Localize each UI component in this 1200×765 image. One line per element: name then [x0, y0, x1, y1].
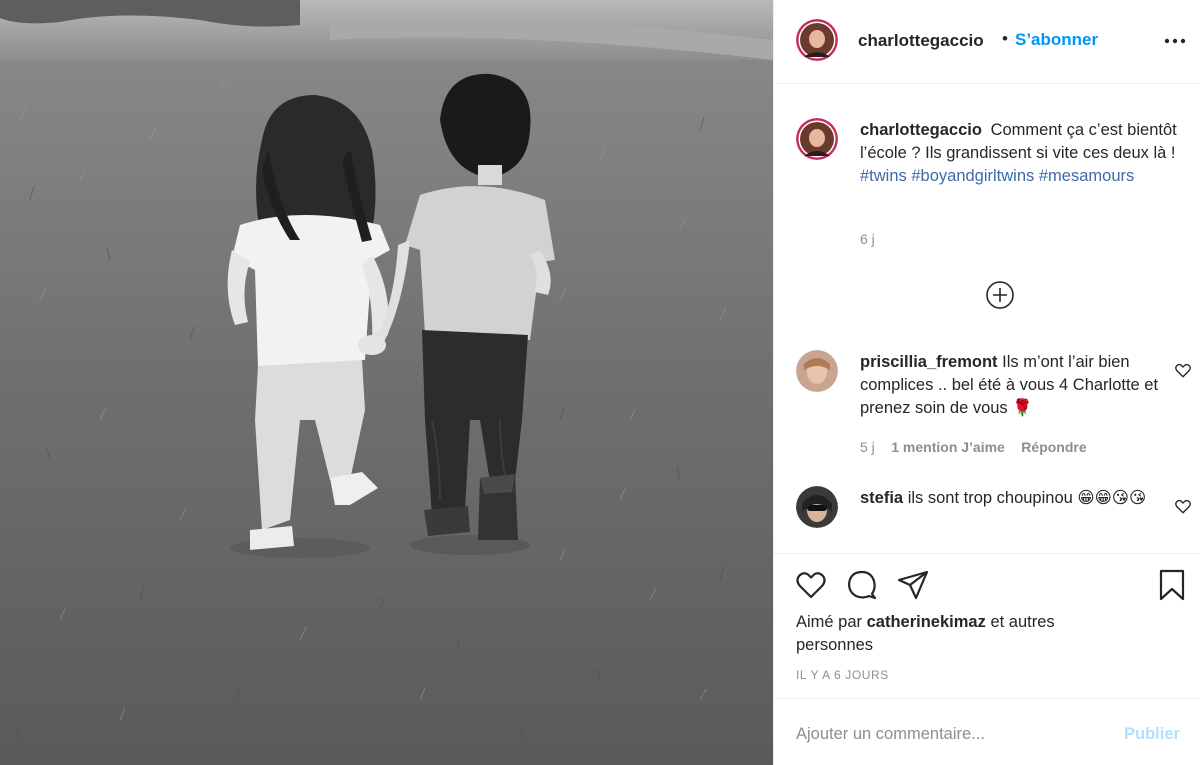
- post-date[interactable]: IL Y A 6 JOURS: [796, 668, 889, 682]
- more-options-icon[interactable]: [1162, 28, 1188, 54]
- comment-meta: 5 j 1 mention J’aime Répondre: [860, 439, 1099, 457]
- comment-body: ils sont trop choupinou 😁😁😘😘: [907, 489, 1147, 507]
- bookmark-icon[interactable]: [1155, 568, 1189, 602]
- comment-like-heart-icon[interactable]: [1174, 497, 1192, 515]
- post-actions: [774, 553, 1200, 613]
- caption-avatar[interactable]: [796, 118, 838, 160]
- post-header: charlottegaccio • S’abonner: [774, 0, 1200, 84]
- comment-username[interactable]: priscillia_fremont: [860, 353, 998, 371]
- reply-button[interactable]: Répondre: [1021, 439, 1086, 455]
- caption-username[interactable]: charlottegaccio: [860, 121, 982, 139]
- post-side-panel: charlottegaccio • S’abonner charlottegac…: [773, 0, 1200, 765]
- likes-prefix: Aimé par: [796, 613, 863, 631]
- author-username[interactable]: charlottegaccio: [858, 31, 984, 51]
- hashtag-mesamours[interactable]: #mesamours: [1039, 167, 1134, 185]
- separator-dot: •: [1002, 29, 1008, 48]
- twins-walking-photo: [0, 0, 773, 765]
- publish-button[interactable]: Publier: [1124, 725, 1180, 744]
- comment-likes-link[interactable]: 1 mention J’aime: [891, 439, 1005, 455]
- post-photo[interactable]: [0, 0, 773, 765]
- likes-user[interactable]: catherinekimaz: [867, 613, 986, 631]
- commenter-avatar[interactable]: [796, 486, 838, 528]
- comment-username[interactable]: stefia: [860, 489, 903, 507]
- likes-summary: Aimé par catherinekimaz et autres person…: [796, 611, 1056, 657]
- comment-like-heart-icon[interactable]: [1174, 361, 1192, 379]
- caption-timestamp[interactable]: 6 j: [860, 231, 875, 247]
- hashtag-boyandgirltwins[interactable]: #boyandgirltwins: [911, 167, 1034, 185]
- comment-text: stefia ils sont trop choupinou 😁😁😘😘: [860, 487, 1160, 510]
- follow-button[interactable]: S’abonner: [1015, 30, 1098, 50]
- heart-icon[interactable]: [794, 568, 828, 602]
- author-avatar[interactable]: [796, 19, 838, 61]
- commenter-avatar[interactable]: [796, 350, 838, 392]
- load-more-comments-icon[interactable]: [985, 280, 1015, 310]
- comment-icon[interactable]: [845, 568, 879, 602]
- comment-input[interactable]: [796, 719, 1096, 749]
- paper-plane-icon[interactable]: [896, 568, 930, 602]
- comment-timestamp[interactable]: 5 j: [860, 439, 875, 455]
- add-comment-bar: Publier: [774, 698, 1200, 765]
- hashtag-twins[interactable]: #twins: [860, 167, 907, 185]
- comment-text: priscillia_fremont Ils m’ont l’air bien …: [860, 351, 1160, 420]
- caption-text: charlottegaccio Comment ça c’est bientôt…: [860, 119, 1180, 188]
